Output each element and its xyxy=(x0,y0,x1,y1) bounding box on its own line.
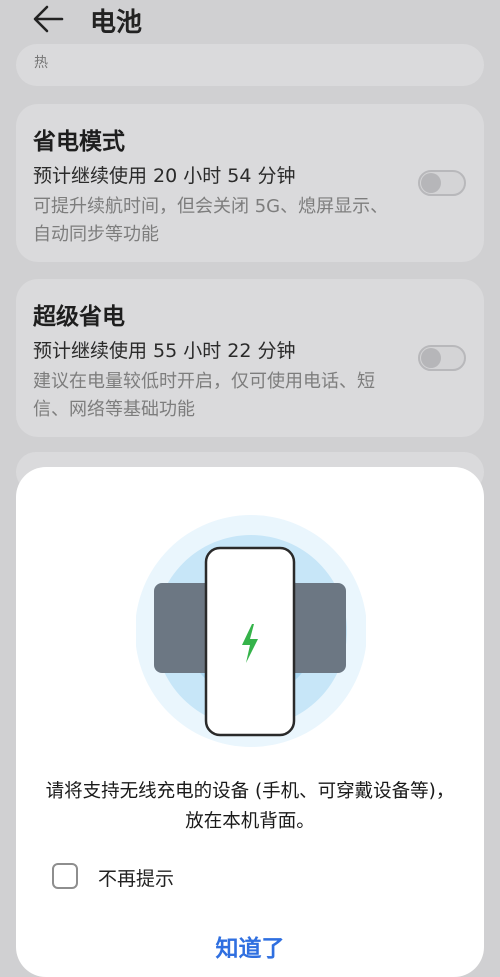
wireless-charging-dialog: 请将支持无线充电的设备 (手机、可穿戴设备等)，放在本机背面。 不再提示 知道了 xyxy=(16,467,484,977)
toggle-knob xyxy=(421,173,441,193)
dialog-message: 请将支持无线充电的设备 (手机、可穿戴设备等)，放在本机背面。 xyxy=(45,781,455,832)
power-saving-estimate: 预计继续使用 20 小时 54 分钟 xyxy=(33,165,296,187)
app-header: 电池 xyxy=(0,0,500,44)
partial-label: 热 xyxy=(34,55,49,71)
super-saving-toggle[interactable] xyxy=(418,345,466,371)
super-saving-estimate: 预计继续使用 55 小时 22 分钟 xyxy=(33,340,296,362)
super-saving-description: 建议在电量较低时开启，仅可使用电话、短信、网络等基础功能 xyxy=(33,371,375,420)
page-title: 电池 xyxy=(90,8,143,38)
dont-remind-checkbox[interactable] xyxy=(52,863,78,889)
dont-remind-label: 不再提示 xyxy=(98,868,175,890)
wireless-charging-phone-illustration xyxy=(136,515,366,747)
power-saving-toggle[interactable] xyxy=(418,170,466,196)
dont-remind-row[interactable]: 不再提示 xyxy=(52,863,252,891)
power-saving-description: 可提升续航时间，但会关闭 5G、熄屏显示、自动同步等功能 xyxy=(33,196,389,245)
previous-setting-card: 热 xyxy=(16,44,484,86)
super-saving-card[interactable]: 超级省电 预计继续使用 55 小时 22 分钟 建议在电量较低时开启，仅可使用电… xyxy=(16,279,484,437)
super-saving-title: 超级省电 xyxy=(33,304,125,330)
back-arrow-icon[interactable] xyxy=(32,4,66,34)
got-it-button[interactable]: 知道了 xyxy=(190,929,310,963)
power-saving-title: 省电模式 xyxy=(33,129,125,155)
toggle-knob xyxy=(421,348,441,368)
power-saving-card[interactable]: 省电模式 预计继续使用 20 小时 54 分钟 可提升续航时间，但会关闭 5G、… xyxy=(16,104,484,262)
